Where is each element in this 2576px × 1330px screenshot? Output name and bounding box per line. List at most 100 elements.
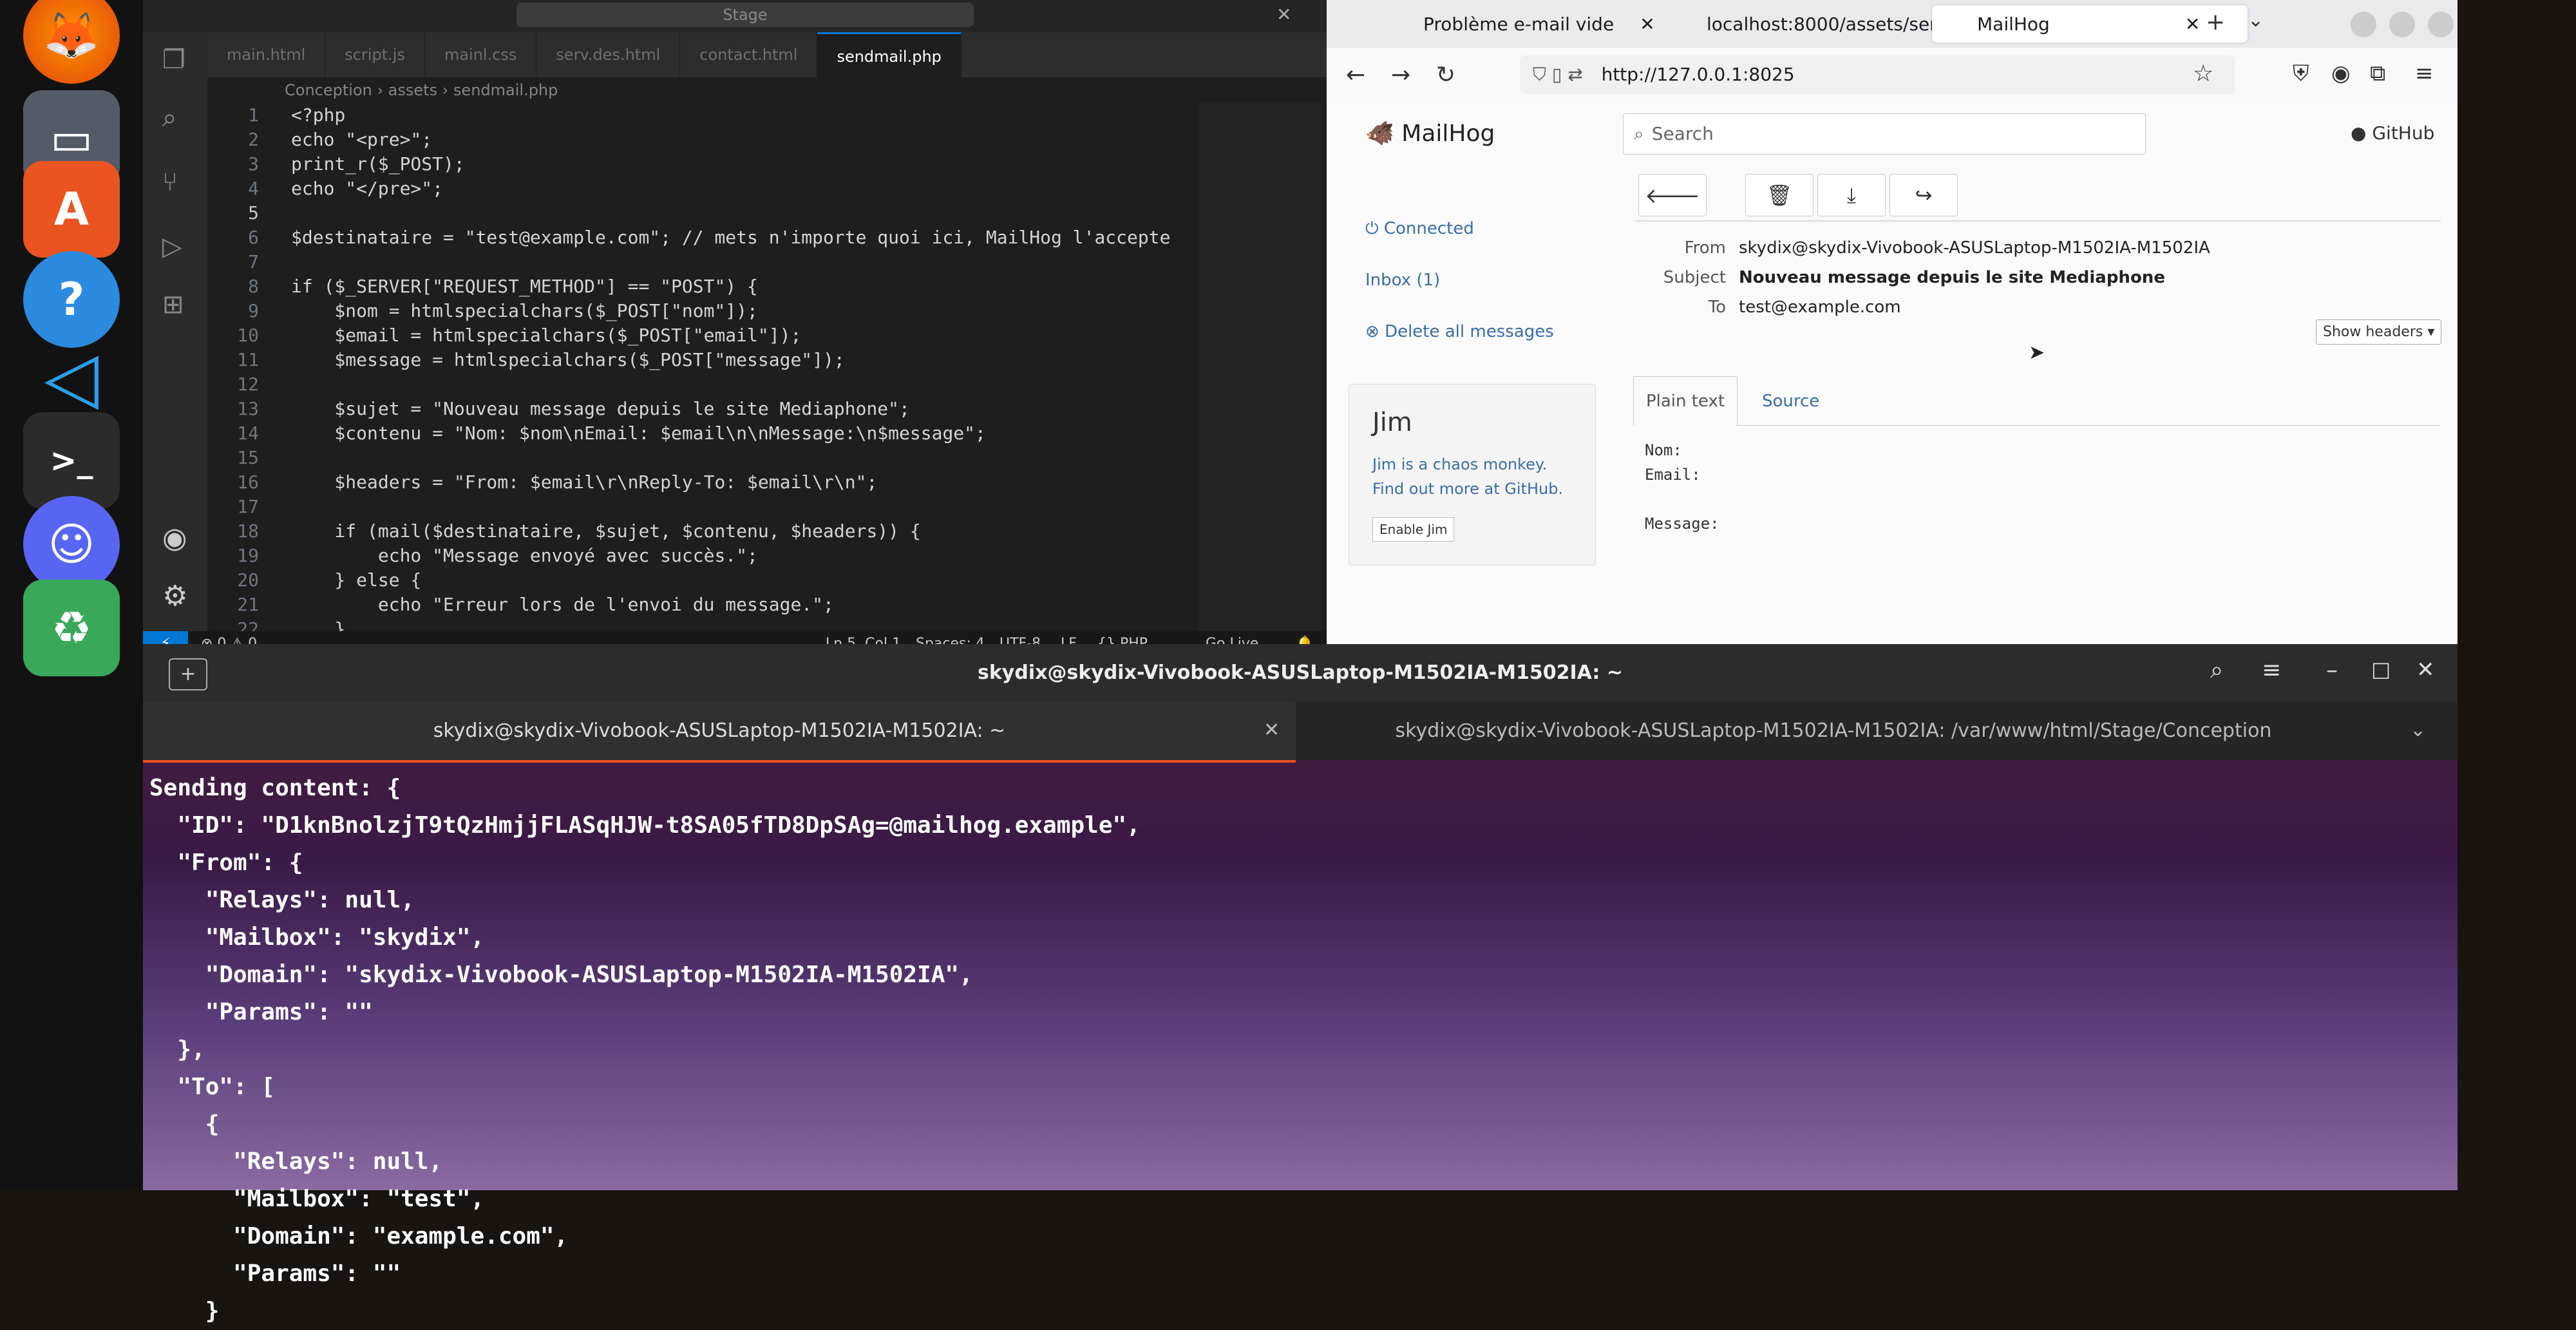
back-button[interactable]: 🡐 — [1638, 174, 1707, 216]
show-headers-select[interactable]: Show headers ▾ — [2316, 319, 2442, 345]
account-icon[interactable]: ◉ — [162, 522, 187, 555]
jim-github-link[interactable]: Find out more at GitHub. — [1372, 480, 1563, 498]
new-tab-icon[interactable]: + — [2206, 9, 2225, 35]
maximize-icon[interactable]: □ — [2371, 657, 2391, 681]
back-arrow-icon[interactable]: ← — [1346, 62, 1365, 88]
code-line[interactable]: 5 — [207, 201, 1225, 225]
code-line[interactable]: 3 print_r($_POST); — [207, 152, 1225, 176]
code-line[interactable]: 19 echo "Message envoyé avec succès."; — [207, 544, 1225, 568]
download-button[interactable]: ⤓ — [1817, 174, 1886, 216]
settings-gear-icon[interactable]: ⚙ — [162, 580, 187, 613]
close-icon[interactable]: ✕ — [1276, 4, 1291, 25]
reload-icon[interactable]: ↻ — [1436, 62, 1455, 88]
terminal-tab-conception[interactable]: skydix@skydix-Vivobook-ASUSLaptop-M1502I… — [1302, 702, 2365, 760]
trash-icon[interactable]: ♻ — [23, 580, 120, 676]
minimap[interactable] — [1199, 103, 1321, 631]
search-input[interactable]: ⌕ Search — [1623, 113, 2146, 155]
minimize-icon[interactable]: – — [2326, 657, 2338, 683]
menu-icon[interactable]: ≡ — [2415, 61, 2434, 86]
tab-script-js[interactable]: script.js — [325, 32, 425, 77]
inbox-link[interactable]: Inbox (1) — [1365, 271, 1440, 290]
code-editor[interactable]: 1 <?php 2 echo "<pre>"; 3 print_r($_POST); 4 ec… — [207, 103, 1238, 640]
extensions-icon[interactable]: ⧉ — [2370, 61, 2385, 86]
code-line[interactable]: 18 if (mail($destinataire, $sujet, $cont… — [207, 519, 1225, 544]
terminal-line: "Relays": null, — [149, 1148, 443, 1175]
delete-message-button[interactable]: 🗑 — [1745, 174, 1814, 216]
bookmark-star-icon[interactable]: ☆ — [2193, 61, 2213, 87]
tab-mainl-css[interactable]: mainl.css — [425, 32, 537, 77]
maximize-icon[interactable] — [2389, 12, 2415, 37]
code-line[interactable]: 14 $contenu = "Nom: $nom\nEmail: $email\… — [207, 421, 1225, 446]
terminal-tab-home[interactable]: skydix@skydix-Vivobook-ASUSLaptop-M1502I… — [143, 702, 1296, 763]
line-number: 14 — [237, 423, 259, 444]
run-debug-icon[interactable]: ▷ — [162, 232, 182, 261]
tab-sendmail-php[interactable]: sendmail.php — [817, 32, 961, 79]
terminal-icon[interactable]: >_ — [23, 412, 120, 509]
terminal-output[interactable]: Sending content: { "ID": "D1knBnolzjT9tQ… — [149, 770, 2403, 1324]
code-line[interactable]: 7 — [207, 250, 1225, 274]
line-number: 17 — [237, 496, 259, 517]
source-control-icon[interactable]: ⑂ — [162, 167, 178, 197]
close-tab-icon[interactable]: ✕ — [2185, 14, 2200, 35]
tab-serv-des-html[interactable]: serv.des.html — [536, 32, 681, 77]
command-center-search[interactable]: Stage — [516, 3, 974, 27]
enable-jim-button[interactable]: Enable Jim — [1372, 517, 1455, 542]
code-line[interactable]: 4 echo "</pre>"; — [207, 176, 1225, 201]
code-line[interactable]: 11 $message = htmlspecialchars($_POST["m… — [207, 348, 1225, 372]
code-line[interactable]: 1 <?php — [207, 103, 1225, 128]
tab-main-html[interactable]: main.html — [207, 32, 326, 77]
vscode-icon[interactable]: ◁ — [23, 328, 120, 425]
code-line[interactable]: 15 — [207, 446, 1225, 470]
search-icon[interactable]: ⌕ — [2210, 657, 2223, 684]
code-line[interactable]: 8 if ($_SERVER["REQUEST_METHOD"] == "POST… — [207, 274, 1225, 299]
close-icon[interactable]: ✕ — [2416, 657, 2435, 683]
discord-icon[interactable]: ☺ — [23, 496, 120, 593]
delete-all-link[interactable]: ⊗ Delete all messages — [1365, 322, 1554, 341]
code-text: <?php — [291, 104, 346, 126]
explorer-icon[interactable]: ❐ — [162, 45, 185, 75]
tab-source[interactable]: Source — [1762, 392, 1819, 411]
firefox-icon[interactable]: 🦊 — [23, 0, 120, 84]
code-line[interactable]: 10 $email = htmlspecialchars($_POST["ema… — [207, 323, 1225, 348]
tab-probleme-email[interactable]: Problème e-mail vide ✕ — [1378, 5, 1726, 43]
close-tab-icon[interactable]: ✕ — [1640, 14, 1654, 35]
jim-panel: Jim Jim is a chaos monkey. Find out more… — [1349, 384, 1596, 565]
tab-contact-html[interactable]: contact.html — [680, 32, 818, 77]
forward-arrow-icon[interactable]: → — [1391, 62, 1410, 88]
code-line[interactable]: 9 $nom = htmlspecialchars($_POST["nom"])… — [207, 299, 1225, 323]
search-icon[interactable]: ⌕ — [162, 103, 176, 133]
code-line[interactable]: 13 $sujet = "Nouveau message depuis le s… — [207, 397, 1225, 421]
code-line[interactable]: 12 — [207, 372, 1225, 397]
terminal-tabs: skydix@skydix-Vivobook-ASUSLaptop-M1502I… — [143, 702, 2458, 763]
code-line[interactable]: 17 — [207, 495, 1225, 519]
tab-mailhog[interactable]: MailHog ✕ — [1932, 5, 2248, 43]
code-line[interactable]: 6 $destinataire = "test@example.com"; // … — [207, 225, 1225, 250]
mailhog-logo[interactable]: 🐗 MailHog — [1365, 120, 1495, 147]
divider — [1636, 220, 2441, 222]
extensions-icon[interactable]: ⊞ — [162, 290, 184, 319]
account-icon[interactable]: ◉ — [2331, 61, 2351, 86]
tab-list-chevron-icon[interactable]: ⌄ — [2248, 9, 2264, 32]
breadcrumb[interactable]: Conception › assets › sendmail.php — [207, 77, 1404, 103]
release-button[interactable]: ↪ — [1889, 174, 1958, 216]
new-tab-icon[interactable]: + — [169, 658, 207, 690]
code-line[interactable]: 16 $headers = "From: $email\r\nReply-To:… — [207, 470, 1225, 495]
minimize-icon[interactable] — [2351, 12, 2376, 37]
tab-title: MailHog — [1977, 13, 2050, 35]
close-tab-icon[interactable]: ✕ — [1264, 719, 1280, 741]
tab-list-chevron-icon[interactable]: ⌄ — [2410, 719, 2426, 741]
terminal-line: { — [149, 1111, 220, 1137]
tab-plain-text[interactable]: Plain text — [1633, 376, 1738, 426]
pocket-icon[interactable]: ⛨ — [2293, 61, 2309, 86]
code-text: $nom = htmlspecialchars($_POST["nom"]); — [291, 300, 758, 321]
app-center-icon[interactable]: A — [23, 161, 120, 258]
menu-icon[interactable]: ≡ — [2262, 657, 2281, 683]
close-window-icon[interactable] — [2428, 12, 2454, 37]
code-line[interactable]: 20 } else { — [207, 568, 1225, 593]
code-line[interactable]: 21 echo "Erreur lors de l'envoi du messa… — [207, 593, 1225, 617]
url-bar[interactable]: ⛉ ▯ ⇄ http://127.0.0.1:8025 — [1520, 55, 2235, 94]
line-number: 20 — [237, 569, 259, 591]
code-line[interactable]: 2 echo "<pre>"; — [207, 128, 1225, 152]
shield-icon[interactable]: ⛉ ▯ ⇄ — [1533, 64, 1583, 85]
github-link[interactable]: ● GitHub — [2351, 122, 2434, 144]
